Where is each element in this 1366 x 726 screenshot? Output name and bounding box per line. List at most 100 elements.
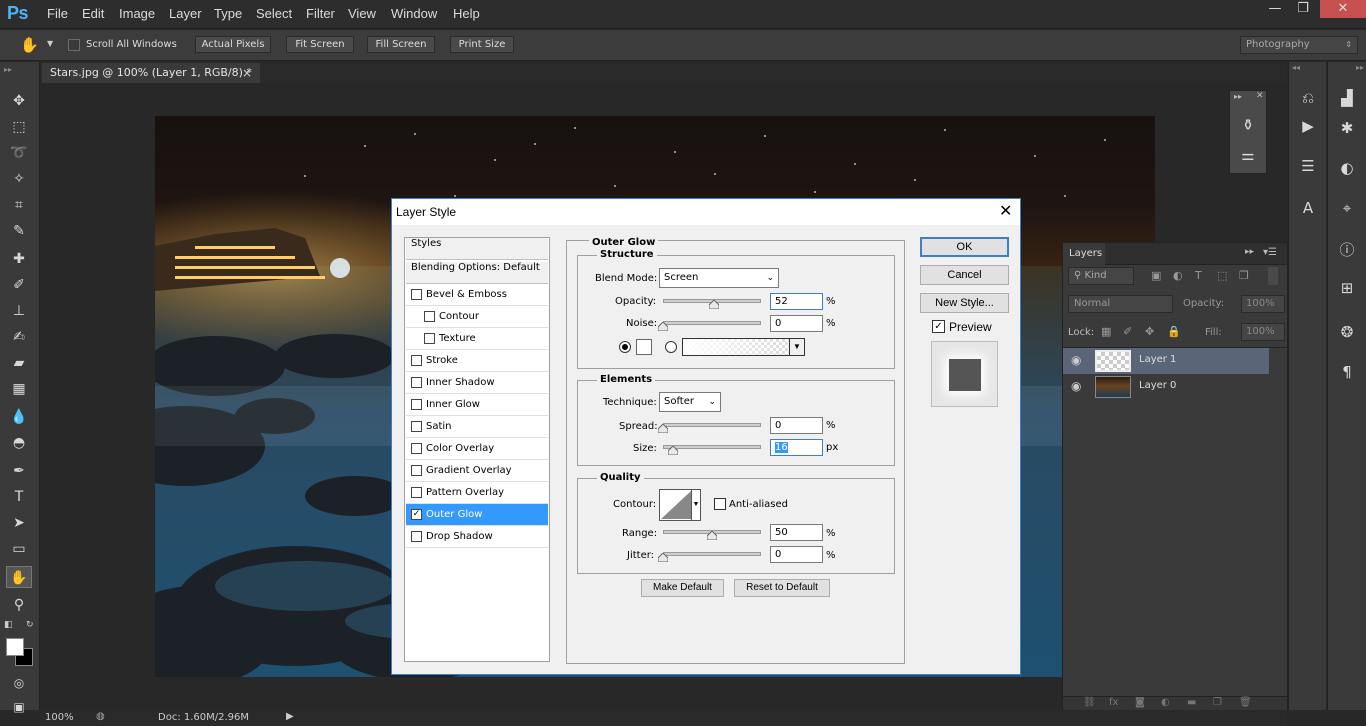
opacity-slider-knob[interactable] (708, 300, 719, 309)
style-item[interactable]: ✓ Outer Glow (406, 504, 548, 526)
ok-button[interactable]: OK (920, 237, 1009, 257)
style-checkbox[interactable] (411, 531, 422, 542)
default-colors-icon[interactable]: ◧ (4, 620, 13, 630)
history-brush-tool-icon[interactable]: ✍ (6, 326, 32, 348)
history-icon[interactable]: ⎌ (1294, 86, 1322, 110)
new-group-icon[interactable]: ▬ (1187, 697, 1196, 708)
menu-view[interactable]: View (348, 6, 376, 21)
spread-input[interactable]: 0 (770, 417, 823, 434)
style-item[interactable]: Drop Shadow (406, 526, 548, 548)
character-icon[interactable]: A (1294, 196, 1322, 220)
close-panel-icon[interactable]: ✕ (1256, 91, 1264, 101)
menu-select[interactable]: Select (256, 6, 292, 21)
reset-to-default-button[interactable]: Reset to Default (734, 579, 830, 597)
jitter-slider-track[interactable] (663, 552, 761, 556)
noise-slider-track[interactable] (663, 321, 761, 325)
clone-stamp-tool-icon[interactable]: ⊥ (6, 300, 32, 322)
menu-layer[interactable]: Layer (169, 6, 202, 21)
blend-mode-dropdown[interactable]: Normal (1068, 295, 1173, 313)
style-checkbox[interactable] (411, 421, 422, 432)
menu-edit[interactable]: Edit (82, 6, 104, 21)
fill-screen-button[interactable]: Fill Screen (367, 36, 435, 53)
screen-mode-icon[interactable]: ▣ (6, 696, 32, 718)
dodge-tool-icon[interactable]: ◓ (6, 432, 32, 454)
visibility-eye-icon[interactable]: ◉ (1071, 353, 1081, 367)
new-style-button[interactable]: New Style... (920, 293, 1009, 313)
histogram-icon[interactable]: ▟ (1333, 86, 1361, 110)
dialog-close-icon[interactable]: ✕ (999, 201, 1012, 220)
filter-smart-object-icon[interactable]: ❐ (1239, 269, 1249, 282)
eraser-tool-icon[interactable]: ▰ (6, 352, 32, 374)
style-checkbox[interactable] (411, 487, 422, 498)
close-document-icon[interactable]: × (242, 66, 252, 80)
filter-type-icon[interactable]: T (1195, 269, 1202, 282)
status-menu-arrow-icon[interactable]: ▶ (286, 711, 294, 722)
print-size-button[interactable]: Print Size (450, 36, 514, 53)
style-checkbox[interactable] (411, 399, 422, 410)
tool-presets-icon[interactable]: ⚌ (1234, 143, 1262, 167)
filter-adjustment-icon[interactable]: ◐ (1173, 269, 1183, 282)
fit-screen-button[interactable]: Fit Screen (286, 36, 354, 53)
info-icon[interactable]: ⓘ (1333, 238, 1361, 262)
menu-image[interactable]: Image (119, 6, 155, 21)
blur-tool-icon[interactable]: 💧 (6, 406, 32, 428)
layers-tab[interactable]: Layers (1069, 248, 1102, 259)
range-slider-knob[interactable] (707, 531, 717, 540)
style-checkbox[interactable] (424, 333, 435, 344)
color-radio[interactable] (619, 341, 631, 353)
tool-preset-dropdown-icon[interactable]: ▼ (47, 39, 53, 48)
paragraph-styles-icon[interactable]: ☰ (1294, 154, 1322, 178)
style-item[interactable]: Bevel & Emboss (406, 284, 548, 306)
style-item[interactable]: Color Overlay (406, 438, 548, 460)
swap-colors-icon[interactable]: ↻ (26, 620, 34, 630)
range-input[interactable]: 50 (770, 524, 823, 541)
rectangle-tool-icon[interactable]: ▭ (6, 538, 32, 560)
add-mask-icon[interactable]: ◙ (1135, 697, 1145, 708)
styles-header[interactable]: Styles (406, 238, 548, 260)
hand-tool-active-icon[interactable]: ✋ (6, 566, 32, 588)
jitter-slider-knob[interactable] (658, 553, 668, 562)
style-checkbox[interactable] (411, 289, 422, 300)
style-checkbox[interactable] (411, 355, 422, 366)
zoom-tool-icon[interactable]: ⚲ (6, 594, 32, 616)
noise-input[interactable]: 0 (770, 315, 823, 332)
filter-shape-icon[interactable]: ⬚ (1217, 269, 1227, 282)
lock-pixels-icon[interactable]: ✐ (1123, 325, 1132, 338)
crop-tool-icon[interactable]: ⌗ (6, 194, 32, 216)
layer-row-layer-0[interactable]: ◉ Layer 0 (1063, 374, 1269, 400)
style-item[interactable]: Contour (406, 306, 548, 328)
size-slider-knob[interactable] (667, 446, 678, 455)
style-item[interactable]: Inner Glow (406, 394, 548, 416)
menu-file[interactable]: File (47, 6, 68, 21)
visibility-eye-icon[interactable]: ◉ (1071, 379, 1081, 393)
style-item[interactable]: Satin (406, 416, 548, 438)
style-checkbox[interactable] (424, 311, 435, 322)
menu-type[interactable]: Type (214, 6, 242, 21)
foreground-color-swatch[interactable] (6, 638, 24, 656)
hand-tool-icon[interactable]: ✋ (20, 36, 39, 54)
properties-icon[interactable]: ⊞ (1333, 276, 1361, 300)
workspace-switcher[interactable]: Photography ⇕ (1240, 36, 1358, 54)
share-icon[interactable]: ◍ (96, 711, 105, 722)
minimize-button[interactable]: — (1261, 0, 1289, 18)
blend-mode-select[interactable]: Screen ⌄ (659, 268, 779, 288)
link-layers-icon[interactable]: ⛓ (1083, 697, 1096, 708)
close-window-button[interactable]: ✕ (1320, 0, 1366, 18)
move-tool-icon[interactable]: ✥ (6, 90, 32, 112)
lock-position-icon[interactable]: ✥ (1145, 325, 1154, 338)
actual-pixels-button[interactable]: Actual Pixels (195, 36, 271, 53)
expand-dock-icon[interactable]: ▸▸ (1356, 63, 1364, 72)
brush-tool-icon[interactable]: ✐ (6, 274, 32, 296)
zoom-level[interactable]: 100% (45, 712, 74, 723)
path-selection-tool-icon[interactable]: ➤ (6, 512, 32, 534)
style-checkbox[interactable] (411, 377, 422, 388)
filter-toggle[interactable] (1268, 267, 1278, 285)
paragraph-icon[interactable]: ¶ (1333, 360, 1361, 384)
gradient-picker[interactable]: ▼ (682, 338, 805, 356)
filter-kind-dropdown[interactable]: ⚲ Kind (1068, 267, 1134, 285)
opacity-input[interactable]: 52 (770, 293, 823, 310)
eyedropper-tool-icon[interactable]: ✎ (6, 220, 32, 242)
menu-window[interactable]: Window (391, 6, 437, 21)
collapse-icon[interactable]: ▸▸ (4, 65, 12, 74)
fill-input[interactable]: 100% (1241, 323, 1285, 341)
